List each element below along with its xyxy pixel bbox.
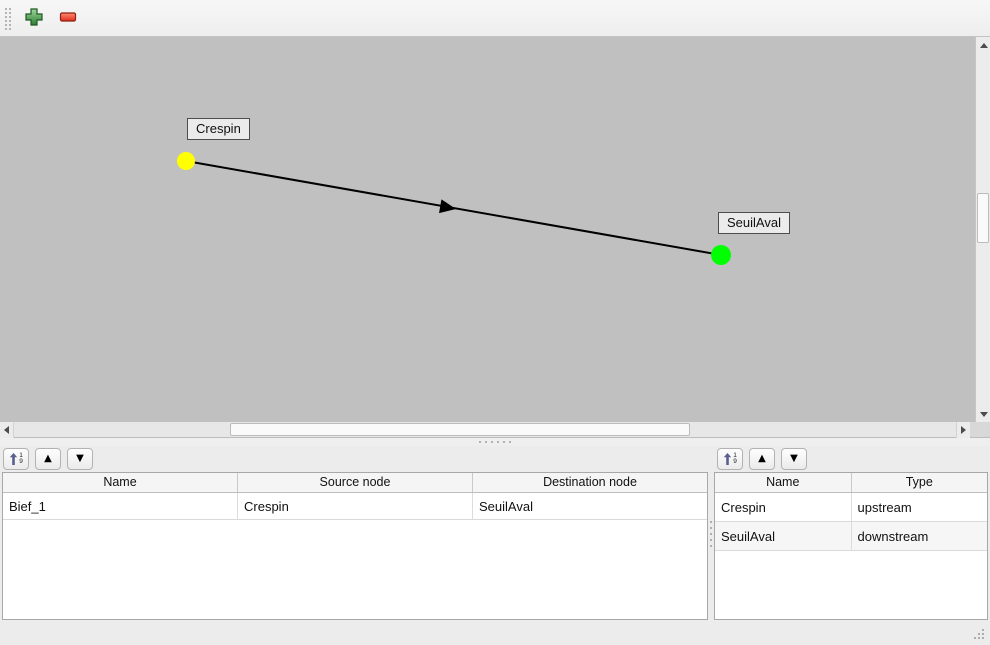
- add-button[interactable]: [19, 3, 49, 33]
- canvas-area: Crespin SeuilAval: [0, 37, 990, 438]
- links-sort-button[interactable]: 1 9: [3, 448, 29, 470]
- table-cell[interactable]: downstream: [852, 522, 988, 550]
- nodes-table-header: Name Type: [715, 473, 987, 493]
- toolbar-drag-handle[interactable]: [3, 6, 11, 30]
- vertical-scrollbar[interactable]: [975, 37, 990, 422]
- sort-ascending-icon: 1 9: [9, 452, 23, 466]
- graph-canvas[interactable]: Crespin SeuilAval: [0, 37, 975, 422]
- minus-icon: [59, 11, 77, 26]
- table-cell[interactable]: Crespin: [238, 493, 473, 519]
- right-arrow-icon: [961, 426, 966, 434]
- column-header-name[interactable]: Name: [3, 473, 238, 492]
- column-header-source-node[interactable]: Source node: [238, 473, 473, 492]
- table-cell[interactable]: Crespin: [715, 493, 852, 521]
- table-row[interactable]: Crespin upstream: [715, 493, 987, 522]
- nodes-table: Name Type Crespin upstream SeuilAval dow…: [714, 472, 988, 620]
- scrollbar-corner: [970, 422, 990, 438]
- scroll-down-button[interactable]: [976, 406, 990, 422]
- sort-ascending-icon: 1 9: [723, 452, 737, 466]
- table-row[interactable]: SeuilAval downstream: [715, 522, 987, 551]
- up-triangle-icon: ▲: [758, 454, 766, 464]
- links-table: Name Source node Destination node Bief_1…: [2, 472, 708, 620]
- scroll-up-button[interactable]: [976, 37, 990, 53]
- down-triangle-icon: ▼: [790, 454, 798, 464]
- horizontal-scrollbar-thumb[interactable]: [230, 423, 690, 436]
- node-label-crespin[interactable]: Crespin: [187, 118, 250, 140]
- links-pane: 1 9 ▲ ▼ Name Source node Destination nod…: [0, 446, 708, 622]
- table-cell[interactable]: Bief_1: [3, 493, 238, 519]
- nodes-move-up-button[interactable]: ▲: [749, 448, 775, 470]
- up-arrow-icon: [980, 43, 988, 48]
- links-move-up-button[interactable]: ▲: [35, 448, 61, 470]
- nodes-toolbar: 1 9 ▲ ▼: [714, 446, 988, 472]
- left-arrow-icon: [4, 426, 9, 434]
- links-toolbar: 1 9 ▲ ▼: [0, 446, 708, 472]
- status-bar: [0, 622, 990, 645]
- sort-digit-bottom: 9: [733, 459, 737, 465]
- node-label-seuilaval[interactable]: SeuilAval: [718, 212, 790, 234]
- column-header-destination-node[interactable]: Destination node: [473, 473, 707, 492]
- node-seuilaval[interactable]: [711, 245, 731, 265]
- column-header-name[interactable]: Name: [715, 473, 852, 492]
- horizontal-scrollbar[interactable]: [0, 422, 970, 438]
- resize-grip[interactable]: [971, 626, 986, 641]
- bottom-panes: 1 9 ▲ ▼ Name Source node Destination nod…: [0, 446, 990, 622]
- main-toolbar: [0, 0, 990, 37]
- horizontal-splitter[interactable]: [0, 438, 990, 446]
- remove-button[interactable]: [53, 3, 83, 33]
- nodes-sort-button[interactable]: 1 9: [717, 448, 743, 470]
- plus-icon: [24, 7, 44, 30]
- scroll-right-button[interactable]: [956, 422, 970, 438]
- node-crespin[interactable]: [177, 152, 195, 170]
- table-row[interactable]: Bief_1 Crespin SeuilAval: [3, 493, 707, 520]
- nodes-move-down-button[interactable]: ▼: [781, 448, 807, 470]
- table-cell[interactable]: SeuilAval: [715, 522, 852, 550]
- down-triangle-icon: ▼: [76, 454, 84, 464]
- up-triangle-icon: ▲: [44, 454, 52, 464]
- scroll-left-button[interactable]: [0, 422, 14, 438]
- nodes-pane: 1 9 ▲ ▼ Name Type Crespin upstream: [714, 446, 990, 622]
- down-arrow-icon: [980, 412, 988, 417]
- sort-digit-bottom: 9: [19, 459, 23, 465]
- vertical-scrollbar-thumb[interactable]: [977, 193, 989, 243]
- column-header-type[interactable]: Type: [852, 473, 988, 492]
- links-move-down-button[interactable]: ▼: [67, 448, 93, 470]
- table-cell[interactable]: upstream: [852, 493, 988, 521]
- table-cell[interactable]: SeuilAval: [473, 493, 707, 519]
- links-table-header: Name Source node Destination node: [3, 473, 707, 493]
